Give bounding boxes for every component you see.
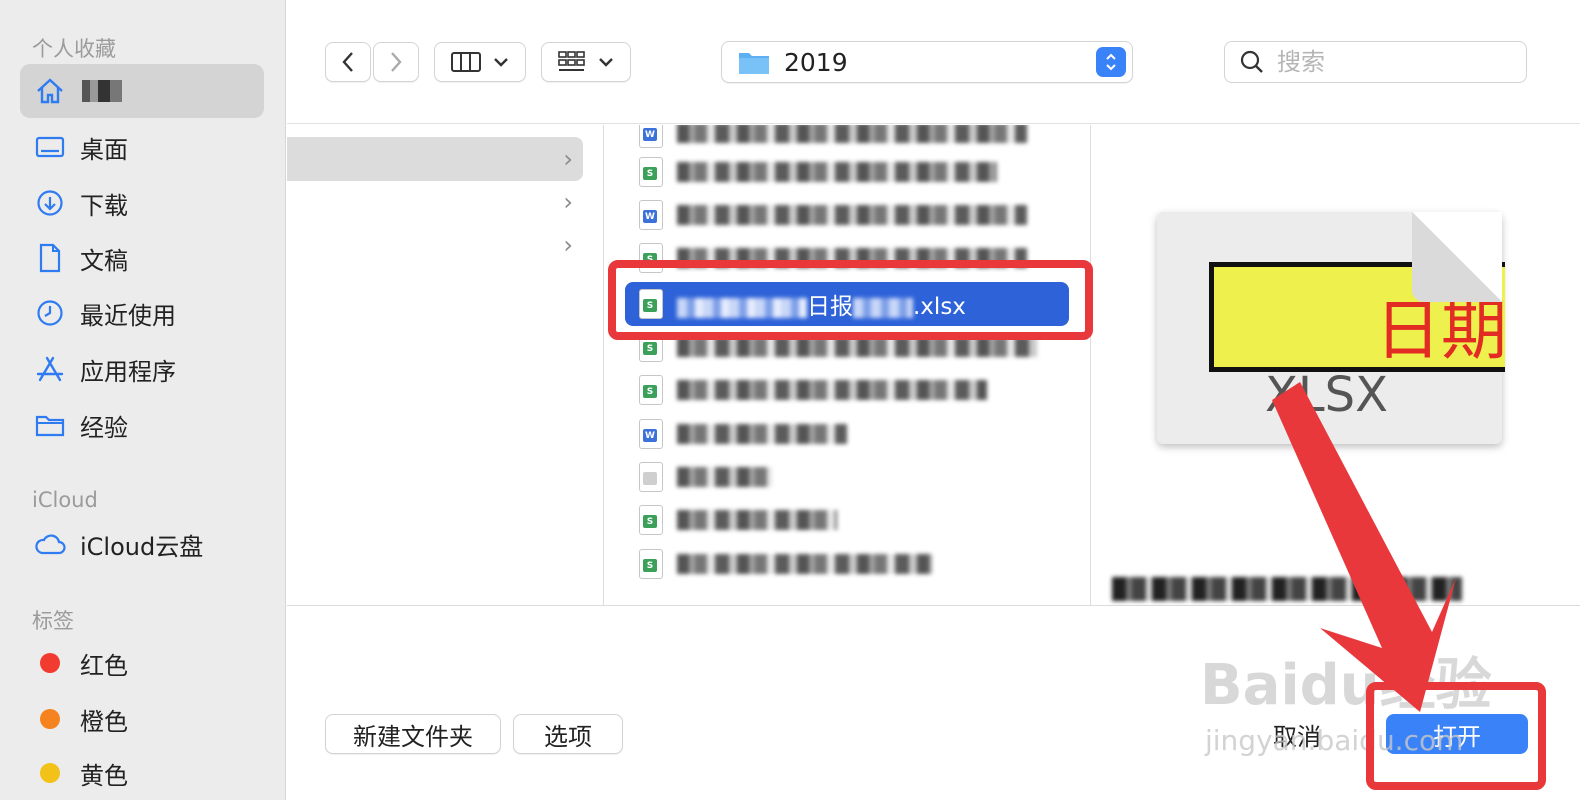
chevron-right-icon: › — [563, 145, 573, 173]
parent-folder-row[interactable]: › — [287, 180, 583, 224]
favorites-section-title: 个人收藏 — [32, 37, 116, 61]
desktop-icon — [34, 131, 66, 163]
spreadsheet-file-icon: S — [639, 157, 663, 187]
location-popup[interactable]: 2019 — [721, 41, 1133, 83]
chevron-right-icon: › — [563, 231, 573, 259]
annotation-file-highlight — [608, 260, 1093, 340]
page-fold — [1412, 212, 1502, 302]
sidebar-item-label: 应用程序 — [80, 357, 176, 386]
sidebar-item-downloads[interactable]: 下载 — [20, 176, 264, 230]
redacted-filename — [677, 380, 987, 400]
sidebar: 个人收藏 桌面 下载 文稿 最近使用 应用程序 经验 iCloud iCloud… — [0, 0, 286, 800]
list-item[interactable]: S — [625, 542, 1069, 586]
sidebar-item-applications[interactable]: 应用程序 — [20, 342, 264, 396]
redacted-filename — [677, 510, 837, 530]
word-file-icon: W — [639, 200, 663, 230]
sidebar-item-label: 文稿 — [80, 246, 128, 275]
sidebar-item-icloud-drive[interactable]: iCloud云盘 — [20, 517, 264, 571]
preview-pane: 日期 XLSX — [1092, 125, 1580, 606]
view-mode-button[interactable] — [434, 42, 526, 82]
location-stepper-icon — [1096, 47, 1126, 77]
sidebar-item-jingyan[interactable]: 经验 — [20, 398, 264, 452]
toolbar: 2019 — [287, 0, 1580, 124]
chevron-left-icon — [342, 52, 353, 72]
sidebar-item-recents[interactable]: 最近使用 — [20, 286, 264, 340]
redacted-filename — [677, 205, 1027, 225]
list-item[interactable]: S — [625, 150, 1069, 194]
chevron-right-icon: › — [563, 188, 573, 216]
parent-folder-row[interactable]: › — [287, 137, 583, 181]
word-file-icon: W — [639, 419, 663, 449]
parent-column: › › › — [287, 125, 604, 606]
sidebar-item-label: iCloud云盘 — [80, 532, 204, 561]
sidebar-item-label: 红色 — [80, 651, 128, 680]
sidebar-item-label: 橙色 — [80, 707, 128, 736]
redacted-preview-filename — [1112, 577, 1462, 601]
folder-icon — [739, 53, 769, 74]
redacted-filename — [677, 554, 932, 574]
forward-button[interactable] — [373, 42, 419, 82]
redacted-filename — [677, 162, 997, 182]
group-button[interactable] — [541, 42, 631, 82]
sidebar-tag-red[interactable]: 红色 — [20, 636, 264, 690]
list-item[interactable] — [625, 455, 1069, 499]
search-field[interactable] — [1224, 41, 1527, 83]
text-file-icon — [639, 462, 663, 492]
back-button[interactable] — [325, 42, 371, 82]
red-tag-icon — [40, 653, 60, 673]
icloud-section-title: iCloud — [32, 488, 98, 512]
redacted-filename — [677, 467, 772, 487]
orange-tag-icon — [40, 709, 60, 729]
chevron-right-icon — [391, 52, 402, 72]
yellow-tag-icon — [40, 763, 60, 783]
applications-icon — [34, 353, 66, 385]
sidebar-tag-yellow[interactable]: 黄色 — [20, 746, 264, 800]
sidebar-item-documents[interactable]: 文稿 — [20, 231, 264, 285]
sidebar-item-label: 桌面 — [80, 135, 128, 164]
redacted-username — [82, 80, 122, 102]
annotation-open-highlight — [1366, 682, 1546, 790]
grid-icon — [558, 51, 585, 71]
sidebar-item-label: 经验 — [80, 413, 128, 442]
sidebar-item-label: 下载 — [80, 191, 128, 220]
column-browser: › › › W S W S S 日报 .xlsx S S W S S 日期 XL… — [287, 125, 1580, 606]
file-type-label: XLSX — [1265, 367, 1388, 423]
sidebar-tag-orange[interactable]: 橙色 — [20, 692, 264, 746]
list-item[interactable]: W — [625, 412, 1069, 456]
search-icon — [1240, 50, 1263, 73]
current-folder-name: 2019 — [784, 47, 848, 77]
sidebar-item-desktop[interactable]: 桌面 — [20, 120, 264, 174]
redacted-filename — [677, 424, 847, 444]
list-item[interactable]: S — [625, 368, 1069, 412]
new-folder-button[interactable]: 新建文件夹 — [325, 714, 501, 754]
search-input[interactable] — [1277, 48, 1497, 76]
list-item[interactable]: W — [625, 193, 1069, 237]
parent-folder-row[interactable]: › — [287, 223, 583, 267]
download-icon — [34, 187, 66, 219]
sidebar-item-home[interactable] — [20, 64, 264, 118]
column-view-icon — [451, 52, 481, 72]
home-icon — [34, 75, 66, 107]
word-file-icon: W — [639, 125, 663, 148]
xlsx-document-icon: 日期 XLSX — [1157, 212, 1505, 444]
list-item[interactable]: S — [625, 498, 1069, 542]
spreadsheet-file-icon: S — [639, 505, 663, 535]
spreadsheet-file-icon: S — [639, 549, 663, 579]
cloud-icon — [34, 528, 66, 560]
spreadsheet-file-icon: S — [639, 375, 663, 405]
clock-icon — [34, 297, 66, 329]
options-button[interactable]: 选项 — [513, 714, 623, 754]
document-icon — [34, 242, 66, 274]
sidebar-item-label: 最近使用 — [80, 301, 176, 330]
tags-section-title: 标签 — [32, 609, 74, 633]
folder-icon — [34, 409, 66, 441]
sidebar-item-label: 黄色 — [80, 761, 128, 790]
redacted-filename — [677, 337, 1037, 357]
redacted-filename — [677, 125, 1027, 143]
file-list-column: W S W S S 日报 .xlsx S S W S S — [605, 125, 1091, 606]
chevron-down-icon — [599, 58, 613, 67]
chevron-down-icon — [494, 58, 508, 67]
